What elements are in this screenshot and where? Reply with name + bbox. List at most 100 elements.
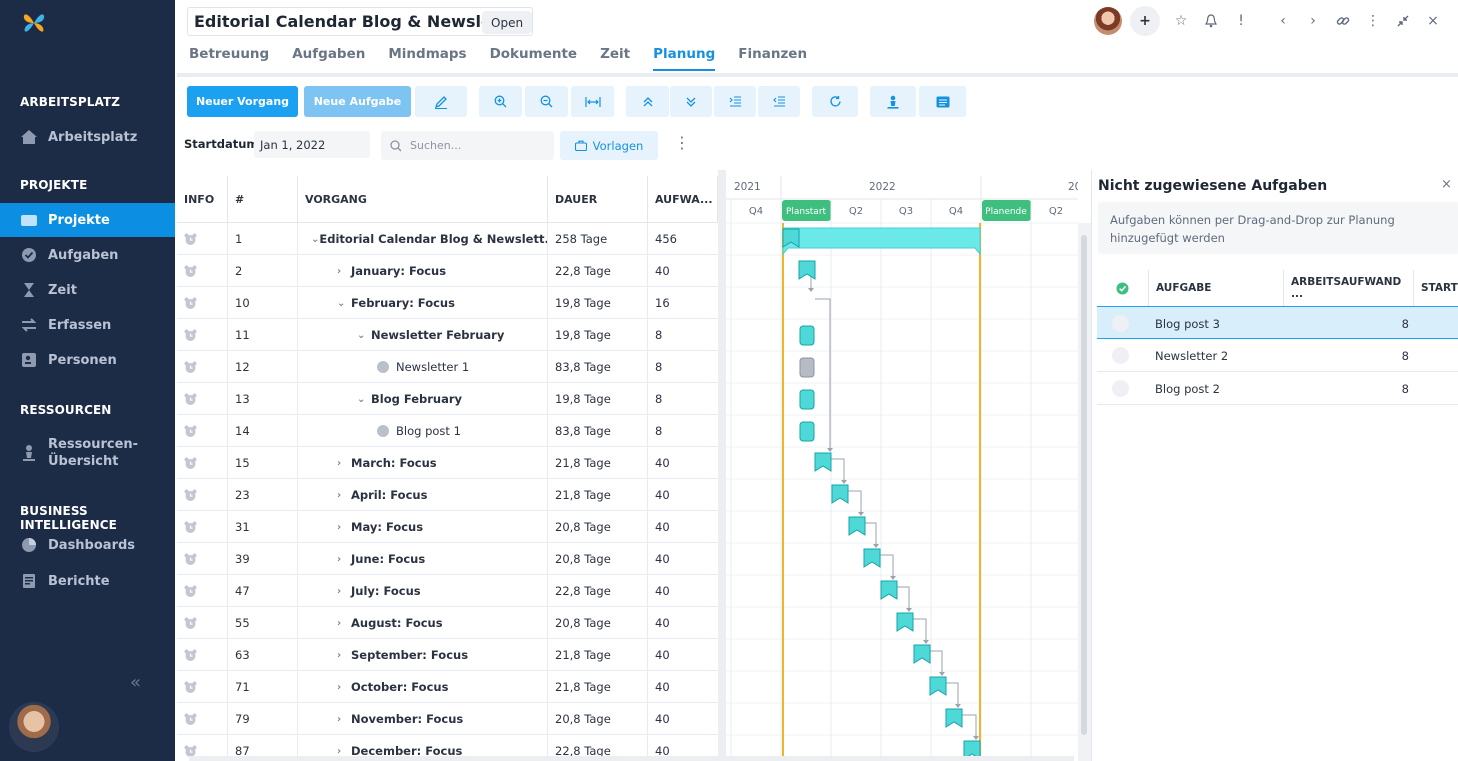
col-header-aufgabe[interactable]: AUFGABE	[1149, 270, 1284, 306]
process-name-cell[interactable]: ⌄ February: Focus	[298, 287, 548, 319]
collapse-all-icon[interactable]	[626, 86, 669, 117]
duration-cell[interactable]: 21,8 Tage	[548, 447, 648, 479]
effort-cell[interactable]: 40	[648, 255, 718, 287]
effort-cell[interactable]: 40	[648, 639, 718, 671]
resource-assign-icon[interactable]	[870, 86, 916, 117]
more-vertical-icon[interactable]: ⋮	[1358, 6, 1388, 36]
status-circle-icon[interactable]	[377, 425, 389, 437]
table-row[interactable]: 15 › March: Focus 21,8 Tage 40	[177, 447, 718, 479]
table-row[interactable]: 55 › August: Focus 20,8 Tage 40	[177, 607, 718, 639]
owner-avatar[interactable]	[1094, 7, 1122, 35]
effort-cell[interactable]: 40	[648, 543, 718, 575]
grid-gantt-splitter[interactable]	[718, 170, 726, 761]
process-name-cell[interactable]: Newsletter 1	[298, 351, 548, 383]
table-row[interactable]: 39 › June: Focus 20,8 Tage 40	[177, 543, 718, 575]
sidebar-item-arbeitsplatz[interactable]: Arbeitsplatz	[0, 120, 175, 154]
col-header-aufwand[interactable]: AUFWA...	[648, 176, 718, 223]
col-header-check[interactable]	[1097, 270, 1149, 306]
zoom-in-icon[interactable]	[479, 86, 522, 117]
close-icon[interactable]: ×	[1418, 6, 1448, 36]
chevron-down-icon[interactable]: ⌄	[357, 394, 371, 405]
info-cell[interactable]	[177, 383, 228, 415]
info-cell[interactable]	[177, 319, 228, 351]
chevron-right-icon[interactable]: ›	[337, 618, 351, 629]
duration-cell[interactable]: 20,8 Tage	[548, 511, 648, 543]
alarm-clock-icon[interactable]	[184, 649, 197, 662]
gantt-vertical-scrollbar[interactable]	[1078, 223, 1091, 761]
chevron-down-icon[interactable]: ⌄	[311, 234, 319, 245]
table-row[interactable]: 11 ⌄ Newsletter February 19,8 Tage 8	[177, 319, 718, 351]
alarm-clock-icon[interactable]	[184, 553, 197, 566]
search-input[interactable]: Suchen...	[381, 131, 554, 160]
chevron-right-icon[interactable]: ›	[1298, 6, 1328, 36]
info-cell[interactable]	[177, 511, 228, 543]
table-row[interactable]: 14 Blog post 1 83,8 Tage 8	[177, 415, 718, 447]
alarm-clock-icon[interactable]	[184, 681, 197, 694]
link-icon[interactable]	[1328, 6, 1358, 36]
table-row[interactable]: 23 › April: Focus 21,8 Tage 40	[177, 479, 718, 511]
chevron-right-icon[interactable]: ›	[337, 746, 351, 757]
duration-cell[interactable]: 19,8 Tage	[548, 287, 648, 319]
duration-cell[interactable]: 19,8 Tage	[548, 383, 648, 415]
table-row[interactable]: 2 › January: Focus 22,8 Tage 40	[177, 255, 718, 287]
duration-cell[interactable]: 22,8 Tage	[548, 255, 648, 287]
chevron-right-icon[interactable]: ›	[337, 650, 351, 661]
outdent-icon[interactable]	[758, 86, 800, 117]
info-cell[interactable]	[177, 575, 228, 607]
duration-cell[interactable]: 20,8 Tage	[548, 607, 648, 639]
effort-cell[interactable]: 16	[648, 287, 718, 319]
duration-cell[interactable]: 21,8 Tage	[548, 671, 648, 703]
process-name-cell[interactable]: Blog post 1	[298, 415, 548, 447]
fit-width-icon[interactable]	[571, 86, 614, 117]
info-cell[interactable]	[177, 415, 228, 447]
process-name-cell[interactable]: ⌄ Newsletter February	[298, 319, 548, 351]
process-name-cell[interactable]: › November: Focus	[298, 703, 548, 735]
status-badge[interactable]: Open	[482, 11, 533, 34]
duration-cell[interactable]: 20,8 Tage	[548, 703, 648, 735]
info-cell[interactable]	[177, 447, 228, 479]
chevron-right-icon[interactable]: ›	[337, 458, 351, 469]
new-task-button[interactable]: Neue Aufgabe	[304, 86, 411, 117]
zoom-out-icon[interactable]	[525, 86, 568, 117]
effort-cell[interactable]: 8	[648, 415, 718, 447]
process-name-cell[interactable]: › March: Focus	[298, 447, 548, 479]
col-header-dauer[interactable]: DAUER	[548, 176, 648, 223]
info-cell[interactable]	[177, 479, 228, 511]
process-name-cell[interactable]: › September: Focus	[298, 639, 548, 671]
effort-cell[interactable]: 8	[648, 351, 718, 383]
effort-cell[interactable]: 40	[648, 511, 718, 543]
info-cell[interactable]	[177, 543, 228, 575]
sidebar-item-erfassen[interactable]: Erfassen	[0, 308, 175, 342]
chevron-right-icon[interactable]: ›	[337, 522, 351, 533]
table-row[interactable]: 79 › November: Focus 20,8 Tage 40	[177, 703, 718, 735]
sidebar-item-aufgaben[interactable]: Aufgaben	[0, 238, 175, 272]
duration-cell[interactable]: 19,8 Tage	[548, 319, 648, 351]
horizontal-scrollbar[interactable]	[189, 756, 1074, 761]
alarm-clock-icon[interactable]	[184, 297, 197, 310]
table-row[interactable]: 12 Newsletter 1 83,8 Tage 8	[177, 351, 718, 383]
duration-cell[interactable]: 258 Tage	[548, 223, 648, 255]
bell-icon[interactable]	[1196, 6, 1226, 36]
tab-finanzen[interactable]: Finanzen	[738, 46, 807, 71]
row-checkbox[interactable]	[1112, 347, 1129, 364]
table-row[interactable]: 47 › July: Focus 22,8 Tage 40	[177, 575, 718, 607]
chevron-right-icon[interactable]: ›	[337, 490, 351, 501]
info-cell[interactable]	[177, 287, 228, 319]
effort-cell[interactable]: 40	[648, 575, 718, 607]
effort-cell[interactable]: 8	[648, 383, 718, 415]
more-options-icon[interactable]: ⋮	[674, 133, 690, 152]
edit-icon[interactable]	[415, 86, 467, 117]
info-cell[interactable]	[177, 639, 228, 671]
effort-cell[interactable]: 456	[648, 223, 718, 255]
star-icon[interactable]: ☆	[1166, 6, 1196, 36]
templates-button[interactable]: Vorlagen	[560, 131, 658, 160]
duration-cell[interactable]: 83,8 Tage	[548, 351, 648, 383]
col-header-vorgang[interactable]: VORGANG	[298, 176, 548, 223]
alarm-clock-icon[interactable]	[184, 361, 197, 374]
process-name-cell[interactable]: › October: Focus	[298, 671, 548, 703]
duration-cell[interactable]: 22,8 Tage	[548, 575, 648, 607]
chevron-right-icon[interactable]: ›	[337, 586, 351, 597]
col-header-start[interactable]: START	[1414, 270, 1458, 306]
collapse-sidebar-button[interactable]: «	[130, 672, 141, 693]
chevron-right-icon[interactable]: ›	[337, 554, 351, 565]
